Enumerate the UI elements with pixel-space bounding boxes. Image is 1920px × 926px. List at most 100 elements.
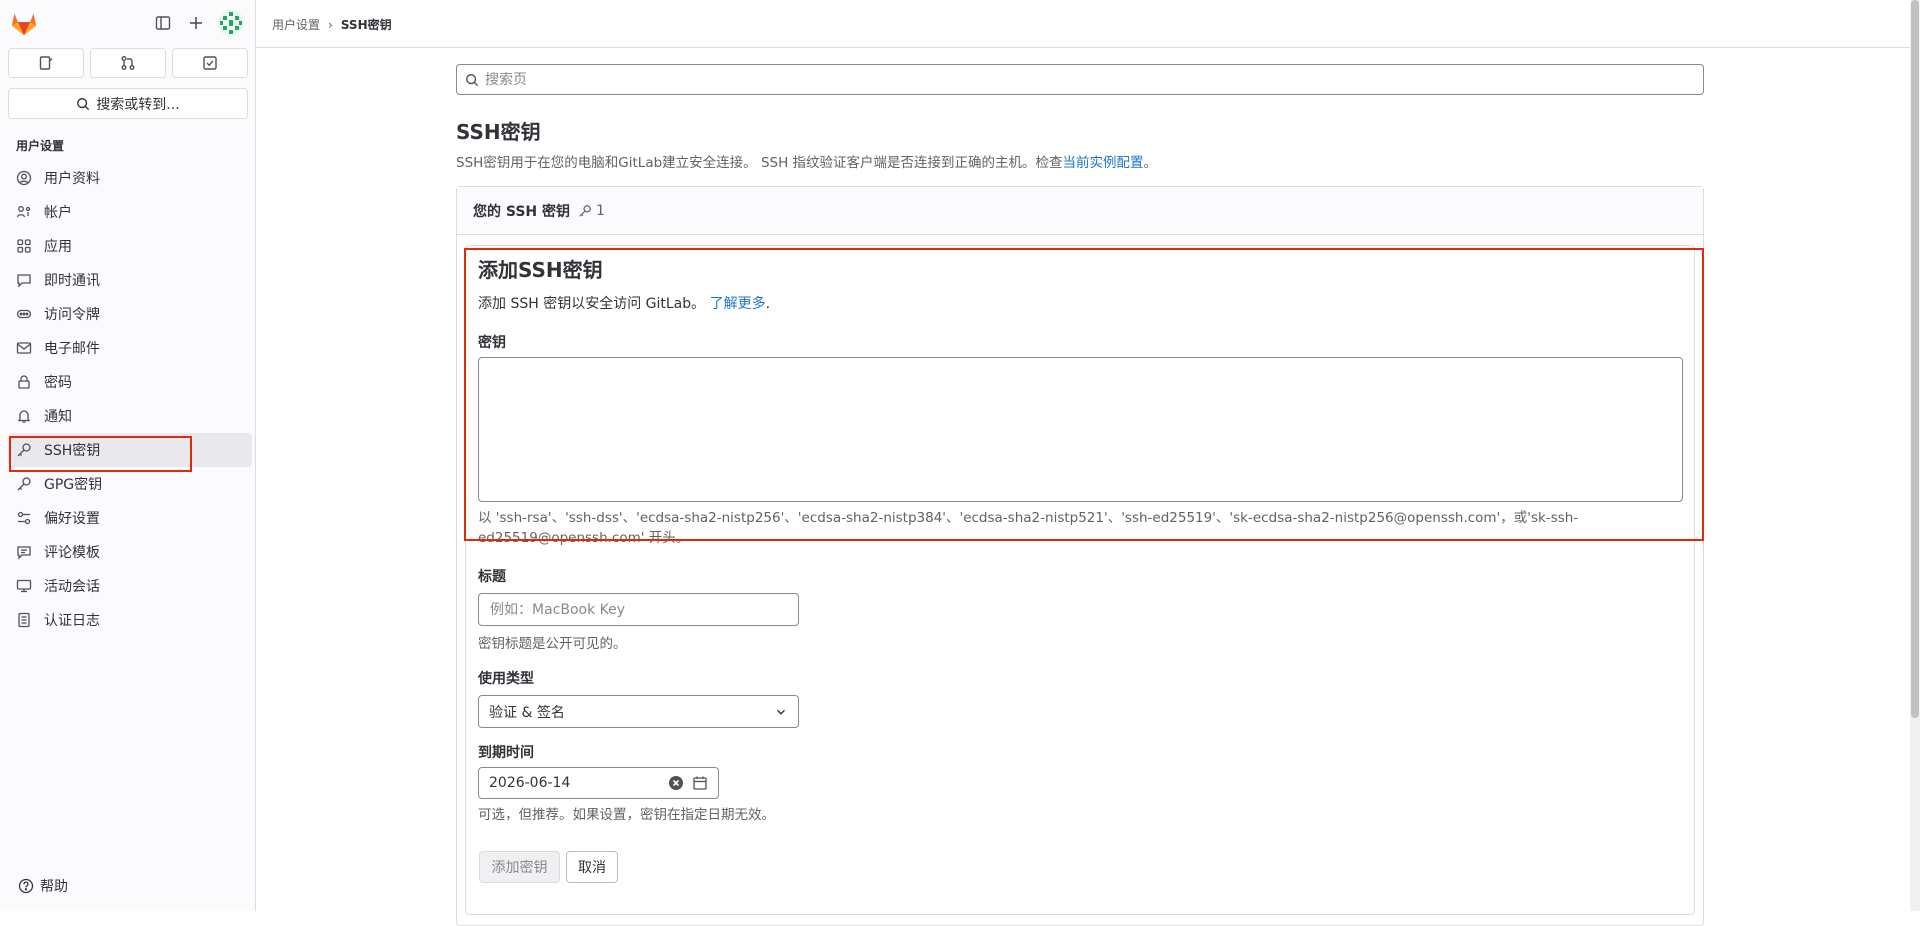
sidebar-item-preferences[interactable]: 偏好设置 [8, 501, 252, 535]
sidebar-item-comment-templates[interactable]: 评论模板 [8, 535, 252, 569]
sidebar-nav: 用户资料 帐户 应用 即时通讯 访问令牌 电子邮件 密码 通知 [8, 161, 252, 637]
add-key-title: 添加SSH密钥 [478, 254, 603, 283]
todo-check-icon [202, 55, 218, 71]
key-icon [16, 476, 32, 492]
preferences-icon [16, 510, 32, 526]
title-field-label: 标题 [478, 566, 506, 586]
expiry-date-picker[interactable]: 2026-06-14 [478, 767, 719, 799]
top-bar: 用户设置 › SSH密钥 [256, 0, 1912, 48]
scrollbar-thumb[interactable] [1911, 0, 1919, 718]
sidebar-item-chat[interactable]: 即时通讯 [8, 263, 252, 297]
sidebar-item-label: 活动会话 [44, 576, 100, 596]
ssh-keys-count: 1 [578, 203, 605, 219]
sidebar-item-label: 偏好设置 [44, 508, 100, 528]
key-icon [16, 442, 32, 458]
key-field-label: 密钥 [478, 332, 506, 352]
page-scrollbar[interactable] [1910, 0, 1920, 911]
add-key-description-text: 添加 SSH 密钥以安全访问 GitLab。 [478, 296, 705, 312]
instance-config-link[interactable]: 当前实例配置 [1063, 155, 1144, 171]
sidebar-item-active-sessions[interactable]: 活动会话 [8, 569, 252, 603]
expiry-date-value: 2026-06-14 [489, 775, 668, 791]
usage-type-value: 验证 & 签名 [489, 702, 565, 722]
add-key-description-suffix: . [766, 296, 770, 312]
sidebar-item-label: 帐户 [44, 202, 72, 222]
help-icon [18, 878, 34, 894]
plus-icon[interactable] [185, 12, 207, 34]
sidebar-item-label: 即时通讯 [44, 270, 100, 290]
ssh-keys-card-title: 您的 SSH 密钥 [473, 201, 570, 221]
breadcrumb-current: SSH密钥 [341, 16, 392, 33]
apps-icon [16, 238, 32, 254]
page-search-box[interactable] [456, 64, 1704, 95]
search-or-goto-label: 搜索或转到... [96, 94, 179, 114]
comment-icon [16, 272, 32, 288]
search-or-goto-button[interactable]: 搜索或转到... [8, 88, 248, 119]
sidebar-item-account[interactable]: 帐户 [8, 195, 252, 229]
monitor-icon [16, 578, 32, 594]
sidebar-item-profile[interactable]: 用户资料 [8, 161, 252, 195]
sidebar-item-applications[interactable]: 应用 [8, 229, 252, 263]
comment-template-icon [16, 544, 32, 560]
add-key-description: 添加 SSH 密钥以安全访问 GitLab。 了解更多. [478, 293, 770, 313]
sidebar-item-emails[interactable]: 电子邮件 [8, 331, 252, 365]
usage-type-select[interactable]: 验证 & 签名 [478, 695, 799, 728]
merge-requests-button[interactable] [90, 48, 166, 78]
help-button[interactable]: 帮助 [18, 876, 68, 896]
avatar[interactable] [218, 10, 244, 36]
gitlab-logo-icon[interactable] [10, 10, 38, 36]
sidebar-item-ssh-keys[interactable]: SSH密钥 [8, 433, 252, 467]
title-hint: 密钥标题是公开可见的。 [478, 632, 627, 652]
sidebar-item-access-tokens[interactable]: 访问令牌 [8, 297, 252, 331]
sidebar-item-label: 通知 [44, 406, 72, 426]
issues-button[interactable] [8, 48, 84, 78]
help-label: 帮助 [40, 876, 68, 896]
page-search-input[interactable] [485, 72, 1703, 88]
merge-request-icon [120, 55, 136, 71]
sidebar-item-gpg-keys[interactable]: GPG密钥 [8, 467, 252, 501]
ssh-keys-card-header: 您的 SSH 密钥 1 [457, 187, 1703, 235]
add-key-button[interactable]: 添加密钥 [479, 851, 560, 883]
sidebar-item-label: 应用 [44, 236, 72, 256]
chevron-down-icon [774, 705, 788, 719]
lock-icon [16, 374, 32, 390]
sidebar-item-label: GPG密钥 [44, 474, 102, 494]
clear-icon[interactable] [668, 775, 684, 791]
sidebar-item-label: 认证日志 [44, 610, 100, 630]
log-icon [16, 612, 32, 628]
bell-icon [16, 408, 32, 424]
title-input[interactable] [478, 593, 799, 626]
sidebar-item-label: 评论模板 [44, 542, 100, 562]
sidebar-item-password[interactable]: 密码 [8, 365, 252, 399]
sidebar-item-label: 电子邮件 [44, 338, 100, 358]
issues-icon [38, 55, 54, 71]
key-format-hint: 以 'ssh-rsa'、'ssh-dss'、'ecdsa-sha2-nistp2… [478, 508, 1678, 548]
key-textarea[interactable] [478, 357, 1683, 502]
page-description-text: SSH密钥用于在您的电脑和GitLab建立安全连接。 SSH 指纹验证客户端是否… [456, 155, 1063, 171]
cancel-button[interactable]: 取消 [566, 851, 618, 883]
page-description: SSH密钥用于在您的电脑和GitLab建立安全连接。 SSH 指纹验证客户端是否… [456, 151, 1157, 171]
calendar-icon[interactable] [692, 775, 708, 791]
breadcrumb-separator-icon: › [328, 18, 333, 32]
mail-icon [16, 340, 32, 356]
sidebar: 搜索或转到... 用户设置 用户资料 帐户 应用 即时通讯 访问令牌 电子邮件 [0, 0, 256, 911]
todo-button[interactable] [172, 48, 248, 78]
usage-type-label: 使用类型 [478, 668, 534, 688]
token-icon [16, 306, 32, 322]
ssh-keys-count-value: 1 [596, 203, 605, 219]
sidebar-item-notifications[interactable]: 通知 [8, 399, 252, 433]
search-icon [465, 73, 479, 87]
sidebar-top [0, 0, 256, 46]
sidebar-item-label: 访问令牌 [44, 304, 100, 324]
expiry-date-hint: 可选，但推荐。如果设置，密钥在指定日期无效。 [478, 803, 775, 823]
sidebar-section-title: 用户设置 [16, 137, 64, 154]
expiry-date-label: 到期时间 [478, 742, 534, 762]
sidebar-item-label: SSH密钥 [44, 440, 100, 460]
sidebar-toggle-icon[interactable] [152, 12, 174, 34]
learn-more-link[interactable]: 了解更多 [710, 296, 766, 312]
page-description-suffix: 。 [1144, 155, 1158, 171]
sidebar-item-label: 用户资料 [44, 168, 100, 188]
account-icon [16, 204, 32, 220]
breadcrumb-parent[interactable]: 用户设置 [272, 16, 320, 33]
sidebar-item-auth-log[interactable]: 认证日志 [8, 603, 252, 637]
sidebar-item-label: 密码 [44, 372, 72, 392]
